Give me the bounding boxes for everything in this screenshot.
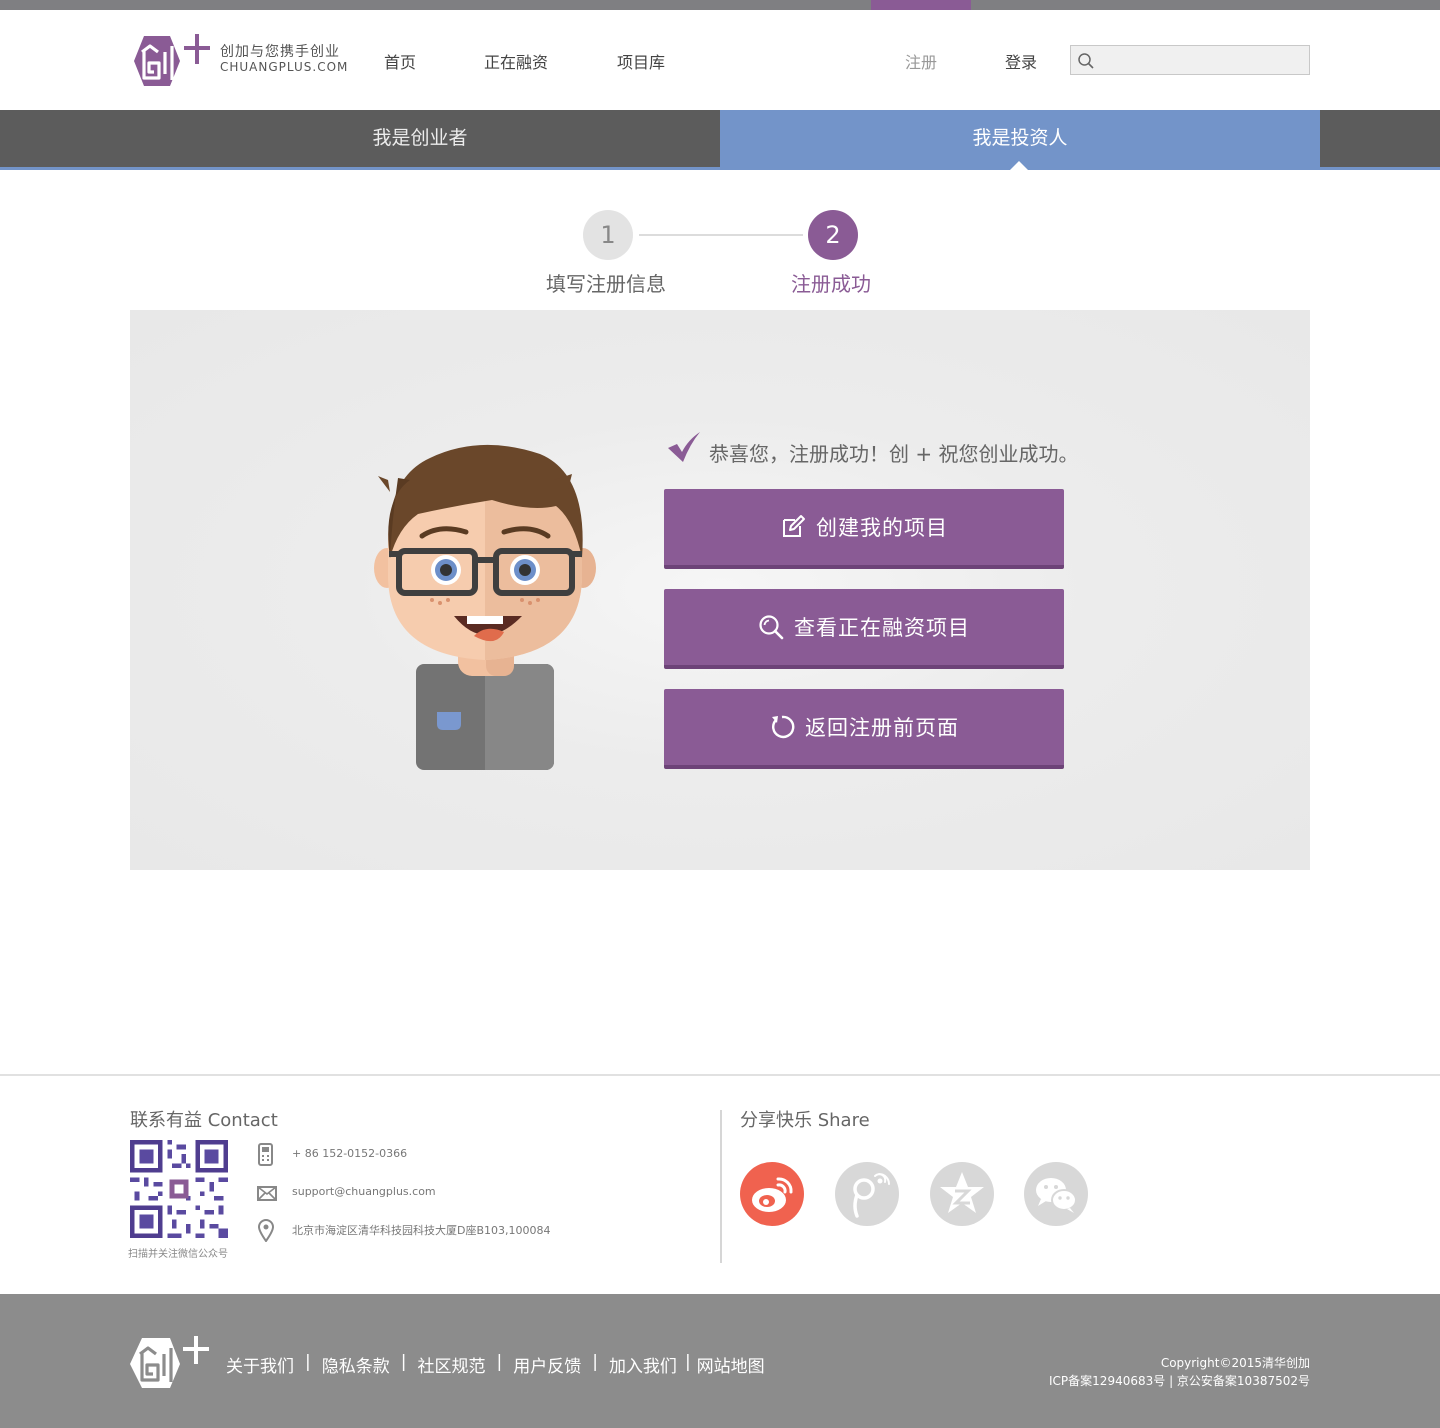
- tab-founder-label: 我是创业者: [372, 127, 468, 149]
- view-fundraising-button[interactable]: 查看正在融资项目: [664, 589, 1064, 669]
- nav-home[interactable]: 首页: [384, 49, 416, 73]
- share-title: 分享快乐 Share: [740, 1110, 870, 1131]
- logo-domain: CHUANGPLUS.COM: [220, 60, 349, 74]
- footer-link-feedback[interactable]: 用户反馈: [513, 1352, 581, 1377]
- contact-phone-text: + 86 152-0152-0366: [292, 1147, 408, 1160]
- footer-link-separator: |: [400, 1352, 407, 1372]
- footer-link-separator: |: [305, 1352, 311, 1372]
- step-2-label: 注册成功: [791, 272, 871, 296]
- footer-divider: [0, 1074, 1440, 1076]
- footer-link-join[interactable]: 加入我们: [609, 1352, 677, 1377]
- step-1-label: 填写注册信息: [546, 272, 666, 296]
- return-previous-button[interactable]: 返回注册前页面: [664, 689, 1064, 769]
- location-pin-icon: [257, 1219, 275, 1242]
- bottom-footer: 关于我们 | 隐私条款 | 社区规范 | 用户反馈 | 加入我们 | 网站地图 …: [0, 1294, 1440, 1428]
- search-icon[interactable]: [1077, 52, 1095, 70]
- success-message-text: 恭喜您，注册成功！创 + 祝您创业成功。: [709, 442, 1079, 466]
- avatar-illustration: [374, 444, 596, 770]
- search-icon: [759, 615, 784, 640]
- icp-text: ICP备案12940683号 | 京公安备案10387502号: [1049, 1374, 1310, 1388]
- header: 创加与您携手创业 CHUANGPLUS.COM 首页 正在融资 项目库 注册 登…: [0, 10, 1440, 110]
- footer-link-separator: |: [592, 1352, 598, 1372]
- mail-icon: [257, 1186, 277, 1201]
- step-2-circle: 2: [808, 210, 858, 260]
- tab-investor[interactable]: 我是投资人: [720, 110, 1320, 170]
- checkmark-icon: [668, 432, 700, 462]
- share-qzone-button[interactable]: [930, 1162, 994, 1226]
- weibo-icon: [752, 1177, 793, 1212]
- tencent-weibo-icon: [853, 1173, 890, 1218]
- register-link[interactable]: 注册: [905, 49, 937, 73]
- footer-logo[interactable]: [128, 1334, 212, 1390]
- tab-investor-label: 我是投资人: [972, 127, 1068, 149]
- search-input[interactable]: [1099, 46, 1305, 74]
- success-panel: 恭喜您，注册成功！创 + 祝您创业成功。 创建我的项目 查看正在融资项目 返回注…: [130, 310, 1310, 870]
- qr-caption: 扫描并关注微信公众号: [128, 1249, 228, 1260]
- logo-text: 创加与您携手创业 CHUANGPLUS.COM: [220, 44, 348, 74]
- qzone-icon: [940, 1172, 984, 1213]
- nav-fundraising[interactable]: 正在融资: [484, 49, 548, 73]
- share-weibo-button[interactable]: [740, 1162, 804, 1226]
- phone-icon: [258, 1143, 273, 1166]
- top-strip-accent: [871, 0, 971, 10]
- view-fundraising-label: 查看正在融资项目: [794, 616, 970, 640]
- wechat-icon: [1036, 1178, 1077, 1213]
- contact-title: 联系有益 Contact: [130, 1110, 278, 1131]
- progress-steps: 1 2 填写注册信息 注册成功: [0, 210, 1440, 300]
- search-box[interactable]: [1070, 45, 1310, 75]
- footer-vertical-divider: [720, 1110, 722, 1263]
- return-previous-label: 返回注册前页面: [805, 716, 959, 740]
- refresh-icon: [772, 715, 795, 739]
- step-connector: [639, 234, 803, 236]
- nav-project-library[interactable]: 项目库: [617, 49, 665, 73]
- logo-slogan: 创加与您携手创业: [220, 44, 340, 60]
- wechat-qr-code: [130, 1140, 228, 1238]
- chuangplus-logo[interactable]: [130, 34, 212, 88]
- top-strip: [0, 0, 1440, 10]
- footer-link-separator: |: [496, 1352, 503, 1372]
- edit-icon: [783, 515, 805, 537]
- create-project-button[interactable]: 创建我的项目: [664, 489, 1064, 569]
- step-1-circle: 1: [583, 210, 633, 260]
- role-tabbar: 我是创业者 我是投资人: [0, 110, 1440, 170]
- footer-links: 关于我们 | 隐私条款 | 社区规范 | 用户反馈 | 加入我们 | 网站地图: [226, 1352, 765, 1377]
- footer-link-community[interactable]: 社区规范: [417, 1352, 485, 1377]
- footer-link-about[interactable]: 关于我们: [226, 1352, 294, 1377]
- contact-address-text: 北京市海淀区清华科技园科技大厦D座B103,100084: [292, 1224, 551, 1237]
- share-wechat-button[interactable]: [1024, 1162, 1088, 1226]
- tab-founder[interactable]: 我是创业者: [120, 110, 720, 167]
- copyright-text: Copyright©2015清华创加: [1160, 1356, 1310, 1370]
- share-tencent-weibo-button[interactable]: [835, 1162, 899, 1226]
- active-tab-caret: [1010, 161, 1028, 170]
- footer-link-privacy[interactable]: 隐私条款: [322, 1352, 390, 1377]
- footer-link-separator: |: [684, 1352, 691, 1372]
- footer-link-sitemap[interactable]: 网站地图: [697, 1352, 765, 1377]
- login-link[interactable]: 登录: [1005, 49, 1037, 73]
- contact-email-text[interactable]: support@chuangplus.com: [292, 1185, 436, 1198]
- copyright-block: Copyright©2015清华创加 ICP备案12940683号 | 京公安备…: [1049, 1354, 1310, 1390]
- create-project-label: 创建我的项目: [816, 516, 948, 540]
